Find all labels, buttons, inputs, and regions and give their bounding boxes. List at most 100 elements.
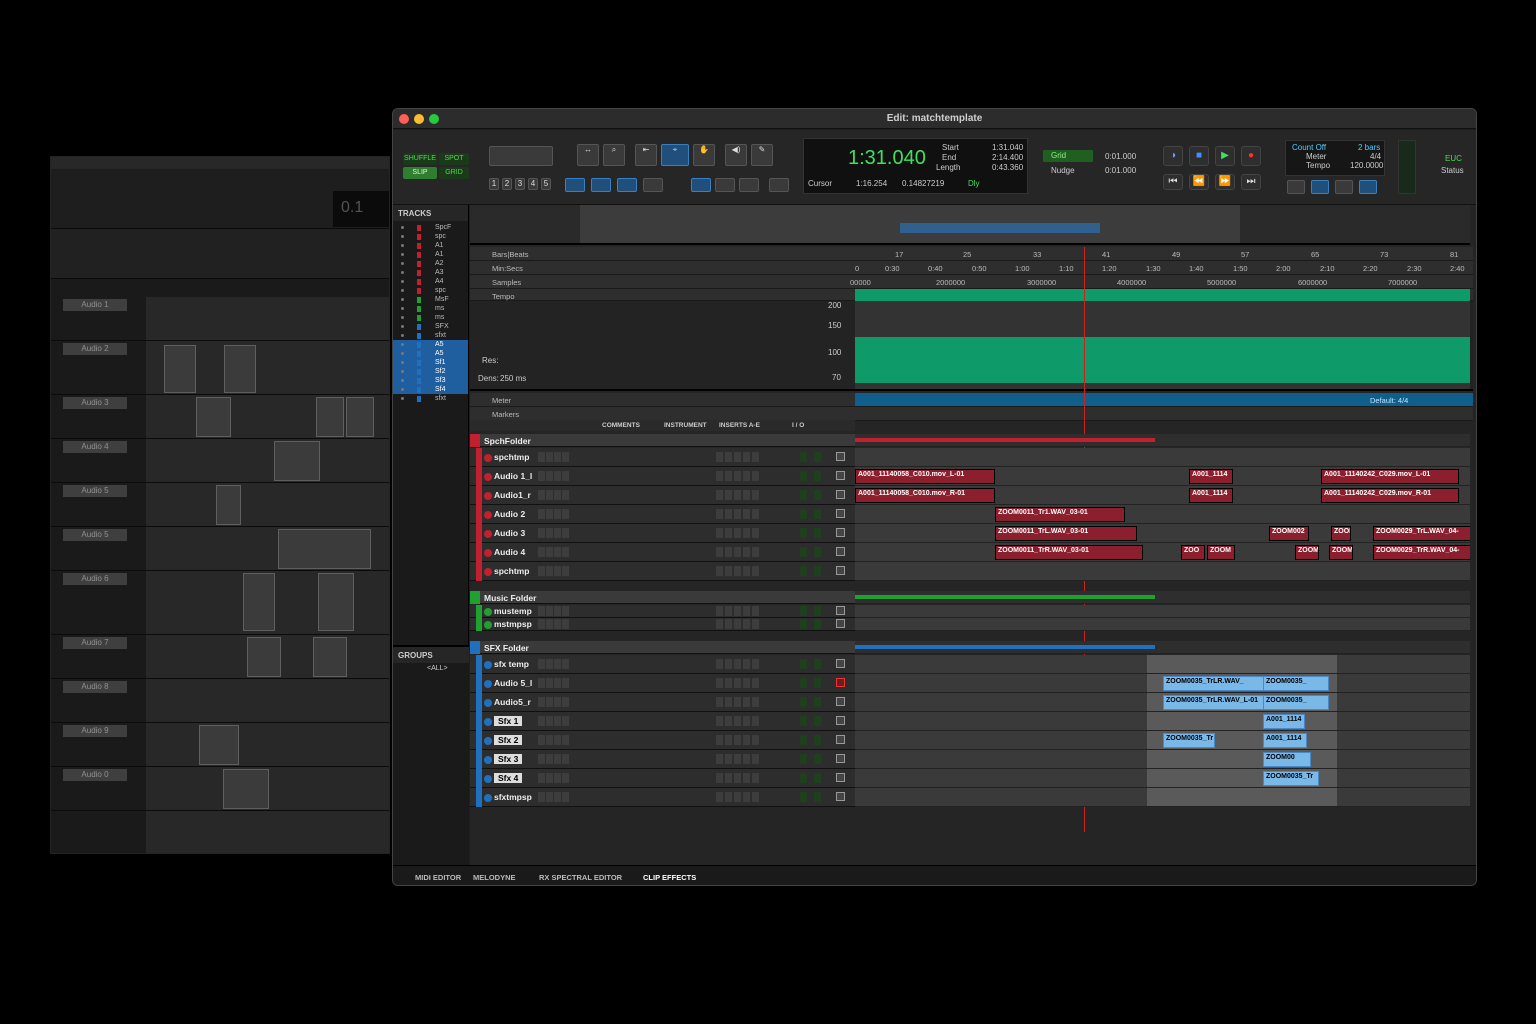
- track-options-box[interactable]: [836, 792, 845, 801]
- insert-slot-d[interactable]: [743, 735, 750, 745]
- folder-lane[interactable]: [855, 591, 1470, 604]
- mute-button[interactable]: [562, 619, 569, 629]
- track-lane[interactable]: [855, 605, 1470, 618]
- insert-slot-e[interactable]: [752, 716, 759, 726]
- mirror-midi-icon[interactable]: [591, 178, 611, 192]
- insert-slot-e[interactable]: [752, 490, 759, 500]
- insert-slot-d[interactable]: [743, 678, 750, 688]
- solo-button[interactable]: [554, 792, 561, 802]
- mute-button[interactable]: [562, 735, 569, 745]
- insert-slot-b[interactable]: [725, 528, 732, 538]
- mute-button[interactable]: [562, 773, 569, 783]
- insert-slot-c[interactable]: [734, 471, 741, 481]
- insert-slot-e[interactable]: [752, 547, 759, 557]
- insert-slot-d[interactable]: [743, 697, 750, 707]
- track-name[interactable]: Sfx 2: [494, 735, 523, 745]
- voice-selector[interactable]: [800, 490, 807, 500]
- track-menu-icon[interactable]: [484, 717, 492, 726]
- track-lane[interactable]: [855, 448, 1470, 467]
- visibility-dot-icon[interactable]: [401, 271, 404, 274]
- output-selector[interactable]: [814, 697, 821, 707]
- solo-button[interactable]: [554, 754, 561, 764]
- visibility-dot-icon[interactable]: [401, 226, 404, 229]
- visibility-dot-icon[interactable]: [401, 280, 404, 283]
- insert-slot-d[interactable]: [743, 773, 750, 783]
- input-monitor-button[interactable]: [546, 697, 553, 707]
- solo-button[interactable]: [554, 697, 561, 707]
- track-menu-icon[interactable]: [484, 491, 492, 500]
- output-selector[interactable]: [814, 509, 821, 519]
- track-lane[interactable]: [855, 655, 1470, 674]
- solo-button[interactable]: [554, 678, 561, 688]
- output-selector[interactable]: [814, 566, 821, 576]
- metronome-icon[interactable]: [1311, 180, 1329, 194]
- record-arm-button[interactable]: [538, 697, 545, 707]
- insert-slot-c[interactable]: [734, 716, 741, 726]
- insert-slot-b[interactable]: [725, 792, 732, 802]
- midi-merge-icon[interactable]: [1335, 180, 1353, 194]
- output-selector[interactable]: [814, 792, 821, 802]
- voice-selector[interactable]: [800, 547, 807, 557]
- audio-clip[interactable]: ZOOM0035_Tr: [1163, 733, 1215, 748]
- track-list-item[interactable]: A1: [393, 250, 468, 259]
- record-arm-button[interactable]: [538, 566, 545, 576]
- visibility-dot-icon[interactable]: [401, 244, 404, 247]
- folder-name[interactable]: SpchFolder: [484, 436, 531, 446]
- mute-button[interactable]: [562, 678, 569, 688]
- insert-slot-a[interactable]: [716, 490, 723, 500]
- insert-slot-e[interactable]: [752, 697, 759, 707]
- track-list-item[interactable]: SFX: [393, 322, 468, 331]
- bars-beats-ruler[interactable]: Bars|Beats 17 25 33 41 49 57 65 73 81: [470, 247, 1473, 261]
- track-list-item[interactable]: Sf3: [393, 376, 468, 385]
- visibility-dot-icon[interactable]: [401, 343, 404, 346]
- track-header[interactable]: Audio 4: [470, 543, 855, 562]
- universe-overview[interactable]: [470, 205, 1470, 245]
- track-lane[interactable]: ZOOM0035_TrLR.WAV_ ZOOM0035_: [855, 674, 1470, 693]
- insert-slot-b[interactable]: [725, 659, 732, 669]
- track-options-box[interactable]: [836, 697, 845, 706]
- shuffle-mode-button[interactable]: SHUFFLE: [403, 153, 437, 165]
- track-header[interactable]: Audio 3: [470, 524, 855, 543]
- track-lane[interactable]: ZOOM0011_TrR.WAV_03-01 ZOO ZOOM ZOOM ZOOM ZOO…: [855, 543, 1470, 562]
- track-menu-icon[interactable]: [484, 567, 492, 576]
- insert-slot-c[interactable]: [734, 659, 741, 669]
- visibility-dot-icon[interactable]: [401, 307, 404, 310]
- record-arm-button[interactable]: [538, 528, 545, 538]
- insert-slot-e[interactable]: [752, 509, 759, 519]
- track-name[interactable]: Audio 2: [494, 509, 525, 519]
- insert-slot-b[interactable]: [725, 471, 732, 481]
- audio-clip[interactable]: A001_1114: [1189, 469, 1233, 484]
- output-selector[interactable]: [814, 619, 821, 629]
- track-name[interactable]: spchtmp: [494, 452, 529, 462]
- insert-slot-d[interactable]: [743, 528, 750, 538]
- track-name[interactable]: Audio 1_l: [494, 471, 532, 481]
- rewind-button[interactable]: ⏪: [1189, 174, 1209, 190]
- solo-button[interactable]: [554, 547, 561, 557]
- track-menu-icon[interactable]: [484, 548, 492, 557]
- track-list-item[interactable]: sfxt: [393, 394, 468, 403]
- voice-selector[interactable]: [800, 619, 807, 629]
- dly-indicator[interactable]: Dly: [968, 179, 980, 188]
- track-header[interactable]: Audio 2: [470, 505, 855, 524]
- insert-slot-b[interactable]: [725, 509, 732, 519]
- minimize-button[interactable]: [414, 114, 424, 124]
- track-lane[interactable]: A001_1114: [855, 712, 1470, 731]
- track-options-box[interactable]: [836, 606, 845, 615]
- track-list-item[interactable]: A2: [393, 259, 468, 268]
- visibility-dot-icon[interactable]: [401, 388, 404, 391]
- insert-slot-a[interactable]: [716, 792, 723, 802]
- visibility-dot-icon[interactable]: [401, 289, 404, 292]
- voice-selector[interactable]: [800, 735, 807, 745]
- tempo-value[interactable]: 120.0000: [1350, 161, 1383, 170]
- track-options-box[interactable]: [836, 678, 845, 687]
- output-selector[interactable]: [814, 678, 821, 688]
- zoom-preset-1[interactable]: 1: [489, 178, 499, 190]
- track-header[interactable]: mustemp: [470, 605, 855, 618]
- insert-slot-c[interactable]: [734, 754, 741, 764]
- meter-ruler[interactable]: Meter Default: 4/4: [470, 393, 1473, 407]
- insert-slot-a[interactable]: [716, 471, 723, 481]
- track-name[interactable]: spchtmp: [494, 566, 529, 576]
- audio-clip[interactable]: ZOOM0035_Tr: [1263, 771, 1319, 786]
- mute-button[interactable]: [562, 792, 569, 802]
- track-menu-icon[interactable]: [484, 679, 492, 688]
